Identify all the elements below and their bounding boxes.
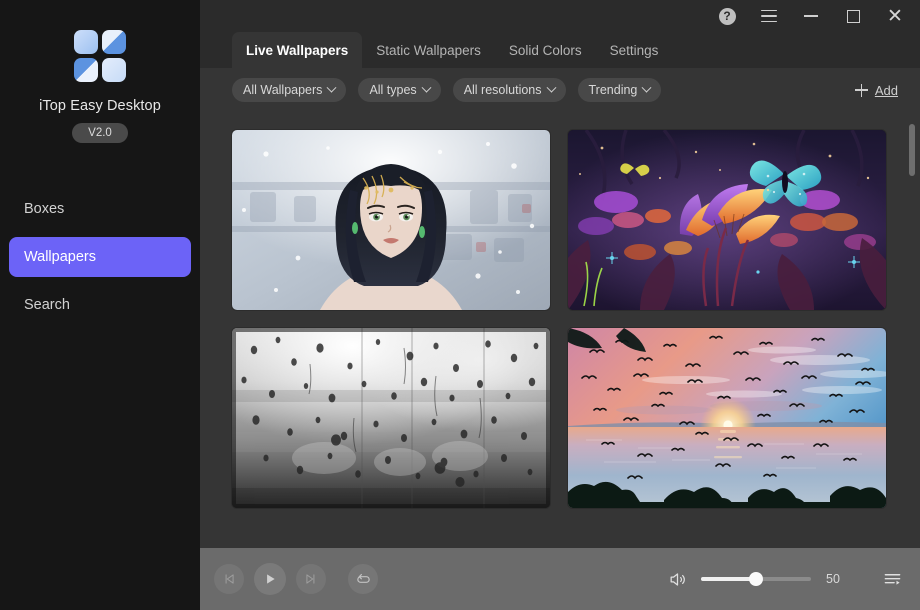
filter-all-types[interactable]: All types bbox=[358, 78, 440, 102]
titlebar: ? ✕ bbox=[200, 0, 920, 32]
main-panel: ? ✕ Live Wallpapers Static Wa bbox=[200, 0, 920, 610]
filter-label: Trending bbox=[589, 83, 638, 97]
scrollbar-thumb[interactable] bbox=[909, 124, 915, 176]
help-circle-icon: ? bbox=[719, 8, 736, 25]
wallpaper-grid-container bbox=[200, 112, 920, 548]
tab-label: Settings bbox=[610, 43, 659, 58]
sidebar-item-label: Search bbox=[24, 297, 70, 313]
filter-all-wallpapers[interactable]: All Wallpapers bbox=[232, 78, 346, 102]
logo-tile-3 bbox=[74, 58, 98, 82]
wallpaper-thumbnail bbox=[568, 328, 886, 508]
tab-label: Live Wallpapers bbox=[246, 43, 348, 58]
minimize-icon bbox=[804, 15, 818, 17]
volume-icon[interactable] bbox=[668, 570, 687, 589]
previous-button[interactable] bbox=[214, 564, 244, 594]
volume-value: 50 bbox=[821, 572, 845, 586]
chevron-down-icon bbox=[327, 82, 337, 92]
wallpaper-thumbnail bbox=[232, 328, 550, 508]
tab-label: Solid Colors bbox=[509, 43, 582, 58]
itop-grid-logo-icon bbox=[74, 30, 126, 82]
logo-tile-2 bbox=[102, 30, 126, 54]
wallpaper-card-raindrops-on-window-bw[interactable] bbox=[232, 328, 550, 508]
tab-label: Static Wallpapers bbox=[376, 43, 481, 58]
sidebar-nav: Boxes Wallpapers Search bbox=[0, 189, 200, 325]
minimize-button[interactable] bbox=[790, 0, 832, 32]
content-scrollbar[interactable] bbox=[909, 124, 915, 524]
volume-slider[interactable] bbox=[701, 577, 811, 581]
filter-bar: All Wallpapers All types All resolutions… bbox=[200, 68, 920, 112]
playlist-queue-icon[interactable] bbox=[883, 570, 902, 589]
volume-control: 50 bbox=[668, 570, 902, 589]
version-badge: V2.0 bbox=[72, 123, 128, 143]
filter-all-resolutions[interactable]: All resolutions bbox=[453, 78, 566, 102]
chevron-down-icon bbox=[546, 82, 556, 92]
sidebar-item-boxes[interactable]: Boxes bbox=[9, 189, 191, 229]
add-label: Add bbox=[875, 83, 898, 98]
player-bar: 50 bbox=[200, 548, 920, 610]
next-button[interactable] bbox=[296, 564, 326, 594]
help-button[interactable]: ? bbox=[706, 0, 748, 32]
filter-label: All resolutions bbox=[464, 83, 542, 97]
tab-bar: Live Wallpapers Static Wallpapers Solid … bbox=[200, 32, 920, 68]
app-title: iTop Easy Desktop bbox=[0, 98, 200, 114]
wallpaper-grid bbox=[232, 130, 898, 508]
tab-live-wallpapers[interactable]: Live Wallpapers bbox=[232, 32, 362, 68]
close-button[interactable]: ✕ bbox=[874, 0, 916, 32]
skip-previous-icon bbox=[222, 572, 236, 586]
sidebar-item-wallpapers[interactable]: Wallpapers bbox=[9, 237, 191, 277]
maximize-button[interactable] bbox=[832, 0, 874, 32]
wallpaper-thumbnail bbox=[232, 130, 550, 310]
logo-tile-1 bbox=[74, 30, 98, 54]
wallpaper-card-birds-flying-sunset-lake[interactable] bbox=[568, 328, 886, 508]
skip-next-icon bbox=[304, 572, 318, 586]
plus-icon bbox=[855, 84, 868, 97]
play-button[interactable] bbox=[254, 563, 286, 595]
repeat-icon bbox=[355, 571, 372, 588]
play-icon bbox=[263, 572, 277, 586]
volume-slider-knob[interactable] bbox=[749, 572, 763, 586]
sidebar-item-search[interactable]: Search bbox=[9, 285, 191, 325]
hamburger-menu-icon bbox=[761, 6, 777, 27]
logo-tile-4 bbox=[102, 58, 126, 82]
sidebar-item-label: Wallpapers bbox=[24, 249, 96, 265]
chevron-down-icon bbox=[421, 82, 431, 92]
tab-settings[interactable]: Settings bbox=[596, 32, 673, 68]
tab-solid-colors[interactable]: Solid Colors bbox=[495, 32, 596, 68]
close-icon: ✕ bbox=[887, 7, 903, 26]
wallpaper-card-anime-portrait-woman-snow[interactable] bbox=[232, 130, 550, 310]
repeat-button[interactable] bbox=[348, 564, 378, 594]
filter-label: All types bbox=[369, 83, 416, 97]
chevron-down-icon bbox=[642, 82, 652, 92]
menu-button[interactable] bbox=[748, 0, 790, 32]
filter-label: All Wallpapers bbox=[243, 83, 322, 97]
wallpaper-thumbnail bbox=[568, 130, 886, 310]
wallpaper-card-glowing-mushroom-forest-butterfly[interactable] bbox=[568, 130, 886, 310]
sidebar-item-label: Boxes bbox=[24, 201, 64, 217]
maximize-icon bbox=[847, 10, 860, 23]
volume-slider-fill bbox=[701, 577, 756, 581]
sidebar: iTop Easy Desktop V2.0 Boxes Wallpapers … bbox=[0, 0, 200, 610]
add-wallpaper-button[interactable]: Add bbox=[855, 83, 898, 98]
tab-static-wallpapers[interactable]: Static Wallpapers bbox=[362, 32, 495, 68]
filter-sort-trending[interactable]: Trending bbox=[578, 78, 662, 102]
app-window: iTop Easy Desktop V2.0 Boxes Wallpapers … bbox=[0, 0, 920, 610]
